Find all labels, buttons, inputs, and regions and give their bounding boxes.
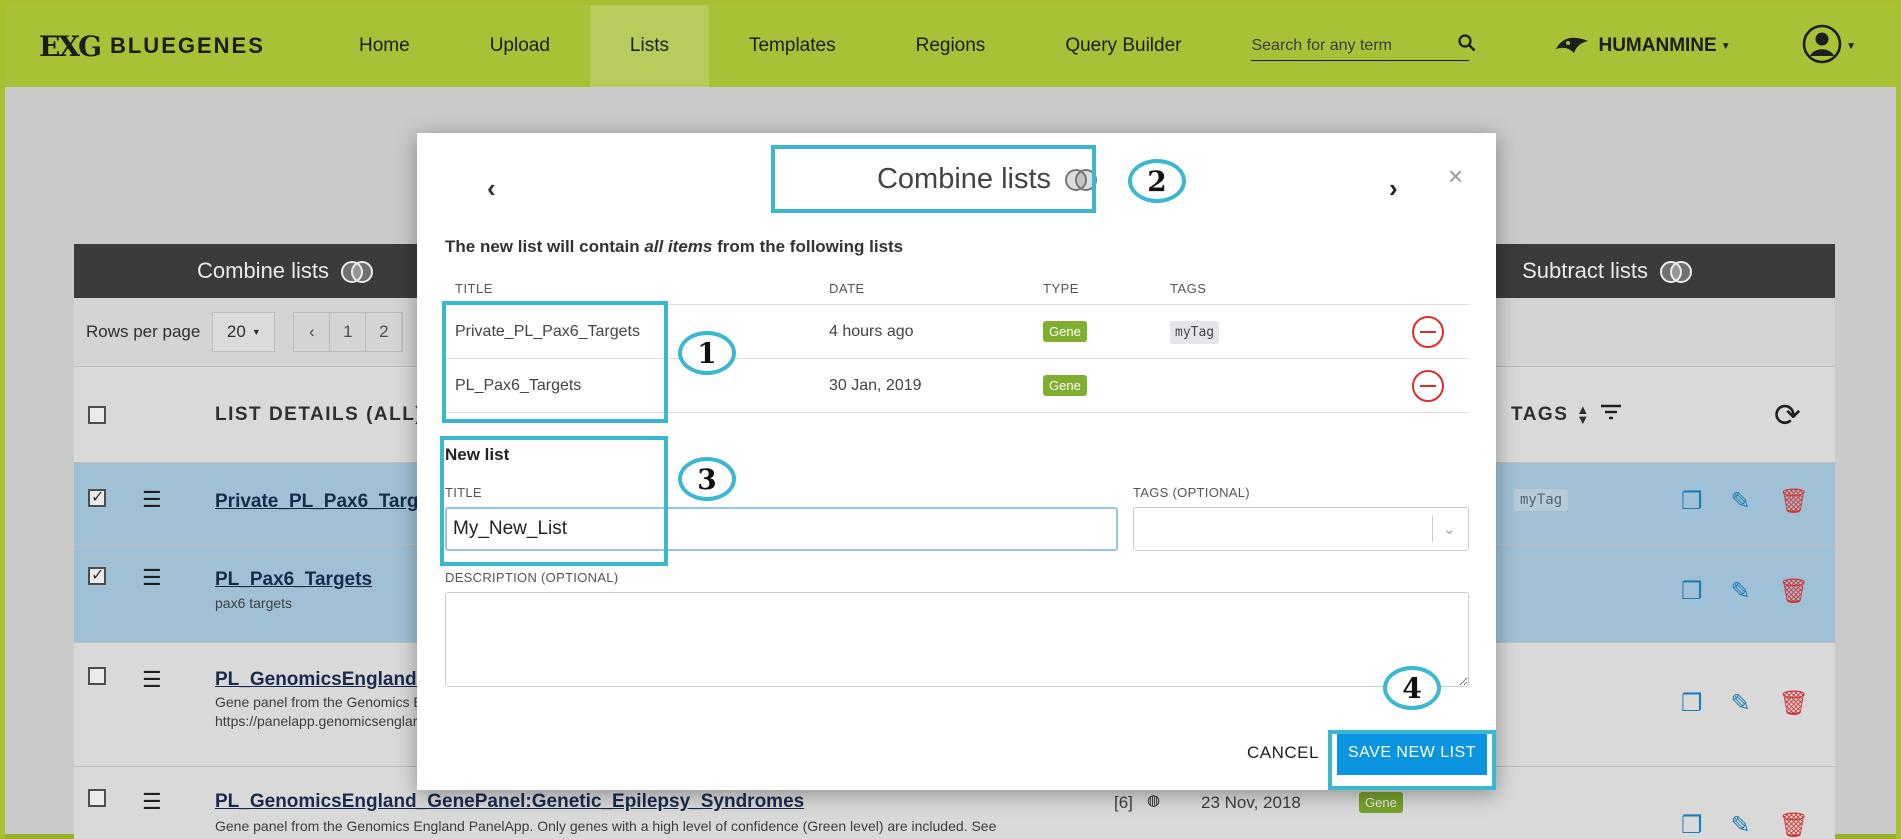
annotation-number-3: 3 — [678, 457, 736, 501]
desc-pre: The new list will contain — [445, 237, 645, 256]
brand-name: BLUEGENES — [109, 33, 265, 58]
bluegenes-logo-icon: EXG — [39, 29, 102, 63]
search-input[interactable] — [1251, 36, 1459, 55]
user-avatar-icon — [1802, 24, 1842, 69]
chevron-right-icon[interactable]: › — [1389, 173, 1398, 204]
type-cell: Gene — [1043, 320, 1170, 342]
nav-home[interactable]: Home — [319, 5, 450, 87]
description-textarea[interactable] — [445, 592, 1469, 687]
nav-regions[interactable]: Regions — [876, 5, 1026, 87]
chevron-down-icon: ▼ — [1846, 40, 1856, 52]
chevron-down-icon[interactable]: ⌄ — [1443, 519, 1456, 539]
col-date: DATE — [829, 281, 865, 296]
annotation-box-3 — [440, 436, 668, 566]
col-type: TYPE — [1043, 281, 1079, 296]
tags-select[interactable]: ⌄ — [1133, 507, 1469, 551]
annotation-box-1 — [442, 301, 668, 423]
desc-post: from the following lists — [712, 237, 904, 256]
nav-query-builder[interactable]: Query Builder — [1025, 5, 1221, 87]
select-separator — [1431, 516, 1433, 542]
search-box — [1251, 31, 1476, 61]
nav-upload[interactable]: Upload — [450, 5, 590, 87]
chevron-left-icon[interactable]: ‹ — [487, 173, 496, 204]
cancel-button[interactable]: CANCEL — [1247, 743, 1319, 763]
col-tags: TAGS — [1170, 281, 1207, 296]
annotation-number-4: 4 — [1383, 666, 1441, 710]
type-cell: Gene — [1043, 374, 1170, 396]
type-chip: Gene — [1043, 374, 1087, 396]
brand[interactable]: EXG BLUEGENES — [39, 30, 319, 63]
remove-list-icon[interactable] — [1412, 369, 1444, 402]
mine-name: HUMANMINE — [1598, 35, 1717, 56]
desc-emphasis: all items — [644, 237, 713, 256]
chevron-down-icon: ▼ — [1720, 40, 1731, 52]
humanmine-logo-icon — [1554, 31, 1590, 62]
tag-chip: myTag — [1170, 320, 1220, 344]
list-date: 4 hours ago — [829, 322, 914, 340]
remove-list-icon[interactable] — [1412, 315, 1444, 348]
nav-templates[interactable]: Templates — [709, 5, 876, 87]
search-icon[interactable] — [1458, 34, 1476, 57]
mine-selector[interactable]: HUMANMINE ▼ — [1554, 31, 1731, 62]
tags-cell: myTag — [1170, 320, 1370, 344]
tags-label: TAGS (OPTIONAL) — [1133, 485, 1250, 500]
nav-lists[interactable]: Lists — [589, 5, 709, 87]
description-label: DESCRIPTION (OPTIONAL) — [445, 570, 619, 585]
annotation-number-1: 1 — [678, 331, 736, 375]
close-icon[interactable]: × — [1448, 161, 1463, 192]
modal-description: The new list will contain all items from… — [445, 237, 903, 257]
list-date: 30 Jan, 2019 — [829, 376, 922, 394]
top-navbar: EXG BLUEGENES Home Upload Lists Template… — [5, 5, 1896, 87]
annotation-box-4 — [1328, 730, 1496, 790]
annotation-number-2: 2 — [1128, 159, 1186, 203]
annotation-box-2 — [771, 145, 1096, 213]
type-chip: Gene — [1043, 320, 1087, 342]
user-menu[interactable]: ▼ — [1802, 24, 1856, 69]
